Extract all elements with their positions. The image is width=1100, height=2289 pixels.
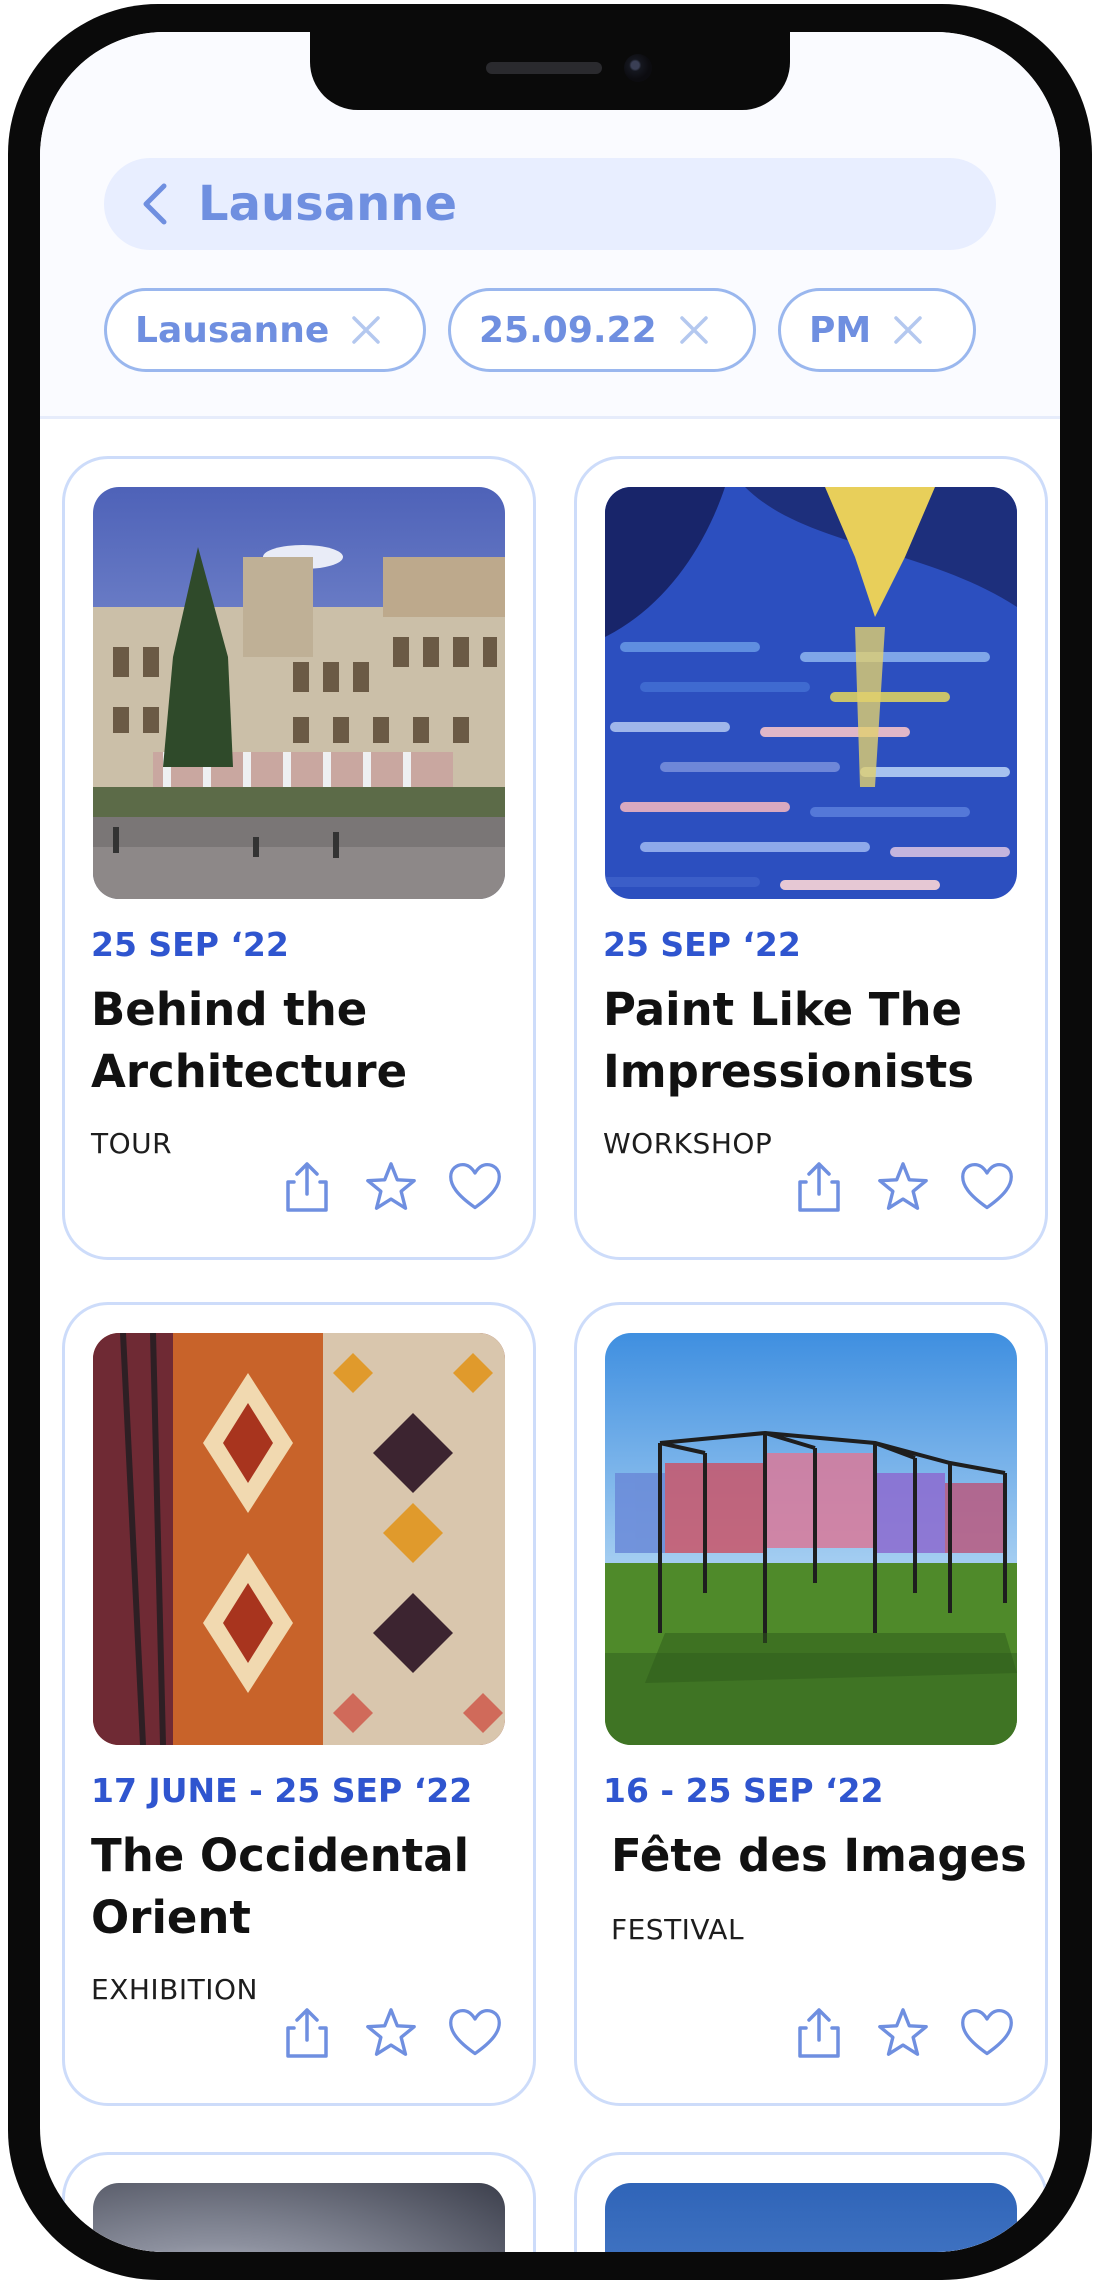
impressionist-painting [605, 487, 1017, 899]
event-date: 16 - 25 SEP ‘22 [603, 1771, 884, 1810]
share-icon[interactable] [279, 1157, 335, 1217]
event-type: EXHIBITION [91, 1973, 258, 2006]
event-type: TOUR [91, 1127, 173, 1160]
heart-icon[interactable] [447, 2003, 503, 2063]
chevron-left-icon[interactable] [128, 176, 184, 232]
phone-frame: Lausanne Lausanne 25.09.22 PM 25 SEP ‘22… [8, 4, 1092, 2280]
card-actions [279, 1157, 503, 1217]
filter-chip-location[interactable]: Lausanne [104, 288, 426, 372]
event-card-partial[interactable] [574, 2152, 1048, 2252]
event-type: FESTIVAL [611, 1913, 745, 1946]
card-actions [279, 2003, 503, 2063]
speaker-grille [486, 62, 602, 74]
close-icon[interactable] [347, 311, 385, 349]
share-icon[interactable] [791, 2003, 847, 2063]
outdoor-installation-photo [605, 1333, 1017, 1745]
card-actions [791, 2003, 1015, 2063]
filter-chip-label: Lausanne [135, 309, 330, 351]
card-actions [791, 1157, 1015, 1217]
event-title: Behind the Architecture [91, 983, 408, 1098]
event-card-partial[interactable] [62, 2152, 536, 2252]
event-card[interactable]: 17 JUNE - 25 SEP ‘22 The Occidental Orie… [62, 1302, 536, 2106]
app-screen: Lausanne Lausanne 25.09.22 PM 25 SEP ‘22… [40, 32, 1060, 2252]
event-type: WORKSHOP [603, 1127, 773, 1160]
camera-icon [624, 54, 652, 82]
event-title: Fête des Images [611, 1829, 1027, 1882]
palace-building-photo [93, 487, 505, 899]
filter-chip-date[interactable]: 25.09.22 [448, 288, 756, 372]
star-icon[interactable] [875, 2003, 931, 2063]
star-icon[interactable] [875, 1157, 931, 1217]
kilim-rugs-photo [93, 1333, 505, 1745]
event-date: 25 SEP ‘22 [603, 925, 801, 964]
close-icon[interactable] [675, 311, 713, 349]
event-title: The Occidental Orient [91, 1829, 470, 1944]
close-icon[interactable] [889, 311, 927, 349]
event-title: Paint Like The Impressionists [603, 983, 975, 1098]
share-icon[interactable] [279, 2003, 335, 2063]
event-image [93, 2183, 505, 2252]
heart-icon[interactable] [959, 2003, 1015, 2063]
event-card[interactable]: 16 - 25 SEP ‘22 Fête des Images FESTIVAL [574, 1302, 1048, 2106]
event-date: 17 JUNE - 25 SEP ‘22 [91, 1771, 473, 1810]
heart-icon[interactable] [959, 1157, 1015, 1217]
phone-notch [310, 32, 790, 110]
location-search-bar[interactable]: Lausanne [104, 158, 996, 250]
location-title: Lausanne [198, 176, 458, 232]
filter-chip-label: 25.09.22 [479, 309, 657, 351]
filter-chip-label: PM [809, 309, 872, 351]
star-icon[interactable] [363, 1157, 419, 1217]
event-card[interactable]: 25 SEP ‘22 Paint Like The Impressionists… [574, 456, 1048, 1260]
star-icon[interactable] [363, 2003, 419, 2063]
event-date: 25 SEP ‘22 [91, 925, 289, 964]
heart-icon[interactable] [447, 1157, 503, 1217]
event-image [605, 2183, 1017, 2252]
share-icon[interactable] [791, 1157, 847, 1217]
filter-chip-time[interactable]: PM [778, 288, 976, 372]
event-card[interactable]: 25 SEP ‘22 Behind the Architecture TOUR [62, 456, 536, 1260]
